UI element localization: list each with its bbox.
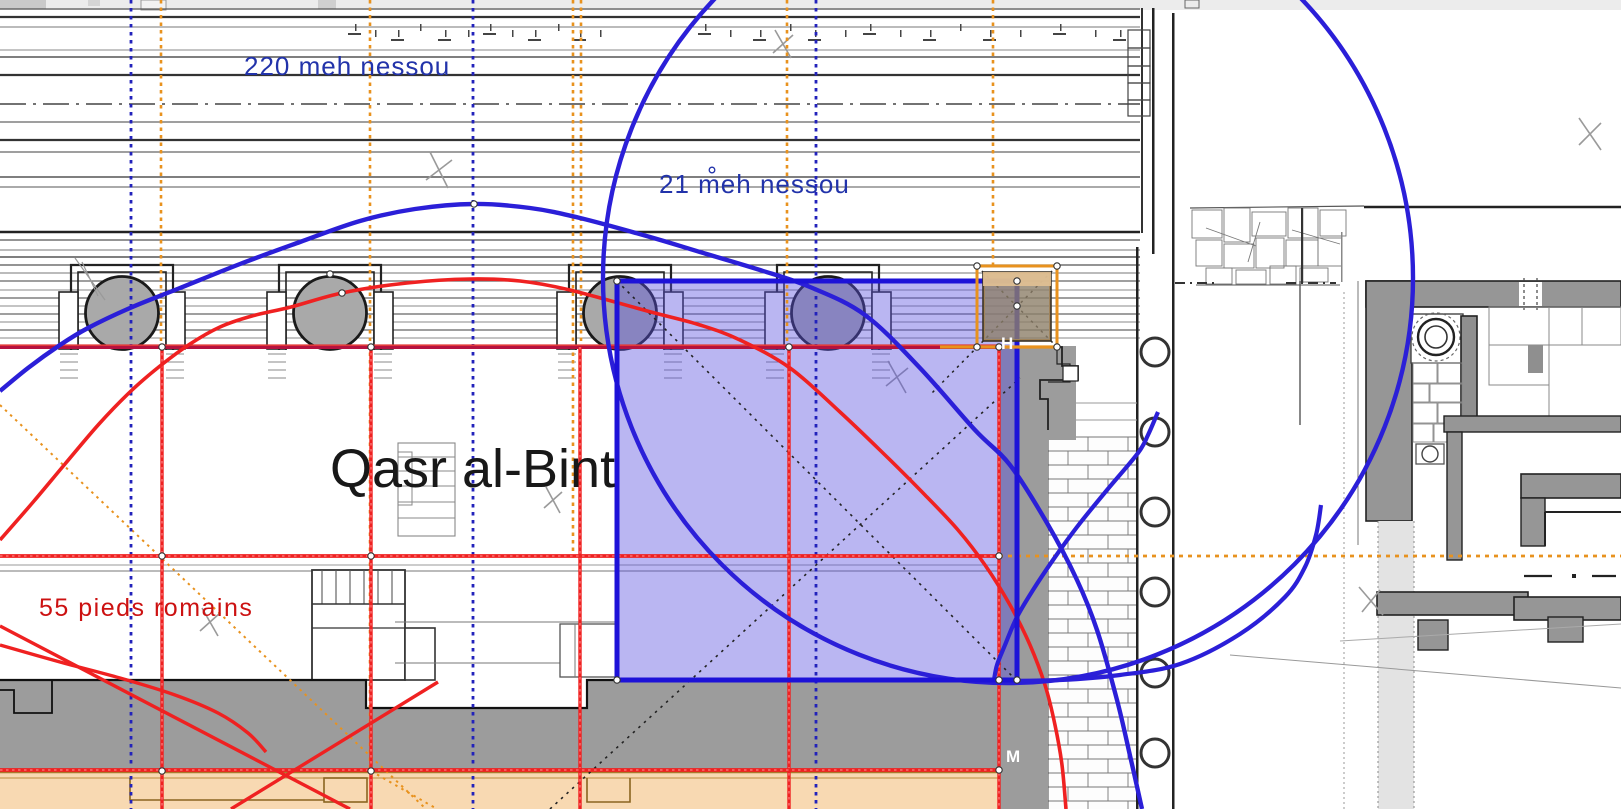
svg-text:21 meh nessou: 21 meh nessou [659, 169, 850, 199]
svg-text:55 pieds romains: 55 pieds romains [39, 594, 253, 622]
svg-text:H: H [1001, 334, 1013, 353]
svg-text:M: M [1006, 747, 1020, 766]
svg-text:Qasr al-Bint: Qasr al-Bint [330, 439, 615, 499]
svg-text:220 meh nessou: 220 meh nessou [244, 51, 450, 81]
